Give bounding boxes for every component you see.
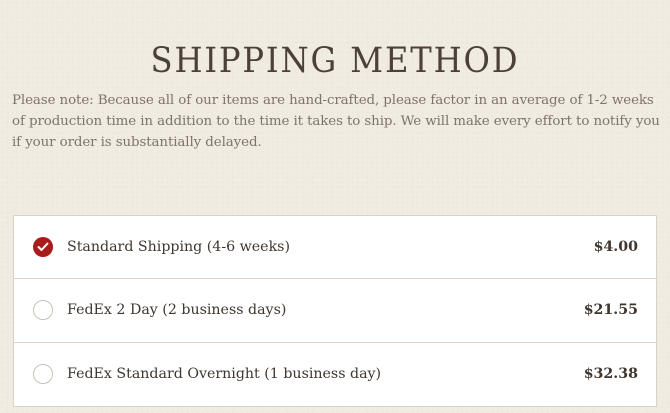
shipping-option-price: $4.00 (593, 239, 638, 255)
shipping-option-standard[interactable]: Standard Shipping (4-6 weeks) $4.00 (14, 216, 656, 280)
checkmark-icon (37, 242, 49, 251)
shipping-option-price: $32.38 (583, 365, 638, 382)
shipping-option-label: Standard Shipping (4-6 weeks) (67, 239, 290, 255)
shipping-option-label: FedEx 2 Day (2 business days) (67, 302, 287, 319)
radio-unselected[interactable] (33, 300, 53, 321)
radio-selected[interactable] (33, 237, 53, 257)
radio-unselected[interactable] (33, 363, 53, 384)
page-title: SHIPPING METHOD (150, 41, 520, 81)
shipping-option-fedex-overnight[interactable]: FedEx Standard Overnight (1 business day… (14, 343, 656, 406)
shipping-option-price: $21.55 (583, 302, 638, 319)
shipping-option-fedex-2day[interactable]: FedEx 2 Day (2 business days) $21.55 (14, 279, 656, 343)
shipping-options-list: Standard Shipping (4-6 weeks) $4.00 FedE… (13, 215, 657, 407)
shipping-note: Please note: Because all of our items ar… (12, 93, 660, 150)
shipping-option-label: FedEx Standard Overnight (1 business day… (67, 365, 382, 382)
